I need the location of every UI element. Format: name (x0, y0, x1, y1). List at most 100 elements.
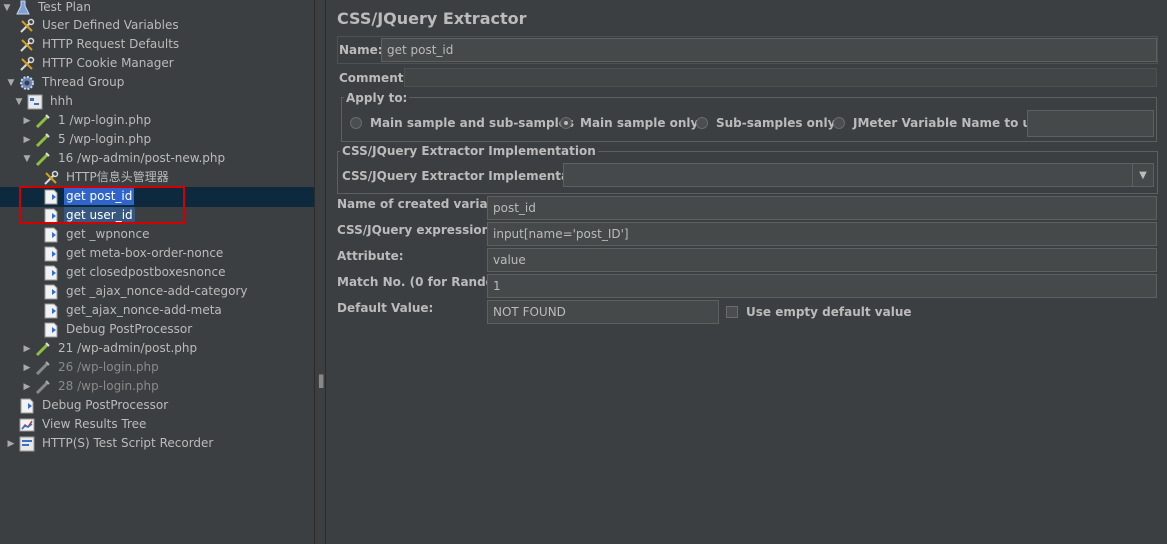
tree-node-sampler-5[interactable]: ▶ 5 /wp-login.php (22, 130, 153, 149)
radio-label: Sub-samples only (716, 116, 836, 130)
tree-node-sampler-21[interactable]: ▶ 21 /wp-admin/post.php (22, 339, 199, 358)
tree-node-label: get post_id (64, 188, 135, 205)
tree-node-user-defined-variables[interactable]: User Defined Variables (18, 16, 181, 35)
tree-node-get-closedpostboxesnonce[interactable]: get closedpostboxesnonce (42, 263, 227, 282)
match-no-input[interactable]: 1 (487, 274, 1157, 298)
name-label: Name: (339, 43, 383, 57)
collapse-arrow-icon[interactable]: ▼ (2, 2, 12, 14)
tree-node-http-request-defaults[interactable]: HTTP Request Defaults (18, 35, 181, 54)
extractor-icon (42, 188, 60, 206)
expand-arrow-icon[interactable]: ▶ (6, 438, 16, 450)
collapse-arrow-icon[interactable]: ▼ (6, 77, 16, 89)
attribute-input[interactable]: value (487, 248, 1157, 272)
radio-button[interactable] (833, 117, 845, 129)
radio-main-and-sub[interactable]: Main sample and sub-samples (350, 116, 574, 130)
css-expression-label: CSS/JQuery expression: (337, 223, 495, 237)
name-input[interactable]: get post_id (381, 38, 1157, 62)
jmeter-variable-input[interactable] (1027, 110, 1154, 137)
tree-node-debug-postprocessor-inner[interactable]: Debug PostProcessor (42, 320, 194, 339)
tree-node-label: View Results Tree (42, 417, 147, 431)
tree-node-test-script-recorder[interactable]: ▶ HTTP(S) Test Script Recorder (6, 434, 215, 453)
radio-button[interactable] (350, 117, 362, 129)
radio-button-selected[interactable] (560, 117, 572, 129)
tree-node-label: 5 /wp-login.php (58, 132, 152, 146)
tree-node-get-wpnonce[interactable]: get _wpnonce (42, 225, 151, 244)
wrench-icon (18, 36, 36, 54)
tree-node-hhh[interactable]: ▼ hhh (14, 92, 75, 111)
implementation-group-title: CSS/JQuery Extractor Implementation (340, 144, 598, 158)
tree-node-sampler-26[interactable]: ▶ 26 /wp-login.php (22, 358, 161, 377)
tree-node-label: get_ajax_nonce-add-meta (66, 303, 222, 317)
split-pane-divider[interactable]: ▪ ▪ ▪ ▪ (314, 0, 326, 544)
tree-node-label: Test Plan (38, 0, 91, 14)
apply-to-title: Apply to: (344, 91, 410, 105)
wrench-icon (18, 55, 36, 73)
extractor-config-panel: CSS/JQuery Extractor Name: get post_id C… (326, 0, 1167, 544)
radio-main-only[interactable]: Main sample only (560, 116, 698, 130)
chevron-down-icon[interactable]: ▼ (1132, 164, 1153, 186)
tree-node-get-user-id[interactable]: get user_id (42, 206, 135, 225)
tree-node-header-manager[interactable]: HTTP信息头管理器 (42, 168, 171, 187)
pipette-icon (34, 150, 52, 168)
extractor-icon (42, 283, 60, 301)
collapse-arrow-icon[interactable]: ▼ (22, 153, 32, 165)
recorder-icon (18, 435, 36, 453)
radio-sub-only[interactable]: Sub-samples only (696, 116, 835, 130)
default-value-input[interactable]: NOT FOUND (487, 300, 719, 324)
radio-label: Main sample and sub-samples (370, 116, 575, 130)
tree-node-sampler-16[interactable]: ▼ 16 /wp-admin/post-new.php (22, 149, 227, 168)
tree-node-sampler-1[interactable]: ▶ 1 /wp-login.php (22, 111, 153, 130)
expand-arrow-icon[interactable]: ▶ (22, 381, 32, 393)
radio-button[interactable] (696, 117, 708, 129)
tree-node-http-cookie-manager[interactable]: HTTP Cookie Manager (18, 54, 176, 73)
tree-node-get-ajax-nonce-add-category[interactable]: get _ajax_nonce-add-category (42, 282, 249, 301)
chart-icon (18, 416, 36, 434)
tree-node-label: HTTP(S) Test Script Recorder (42, 436, 214, 450)
collapse-arrow-icon[interactable]: ▼ (14, 96, 24, 108)
use-empty-default-checkbox[interactable]: Use empty default value (726, 305, 912, 319)
tree-node-get-post-id[interactable]: get post_id (42, 187, 135, 206)
tree-node-label: get _wpnonce (66, 227, 150, 241)
controller-icon (26, 93, 44, 111)
variable-name-input[interactable]: post_id (487, 196, 1157, 220)
implementation-select[interactable]: ▼ (563, 163, 1154, 187)
attribute-label: Attribute: (337, 249, 404, 263)
radio-label: JMeter Variable Name to use (853, 116, 1047, 130)
tree-node-label: Debug PostProcessor (42, 398, 169, 412)
tree-node-test-plan[interactable]: ▼ Test Plan (2, 0, 93, 17)
css-expression-input[interactable]: input[name='post_ID'] (487, 222, 1157, 246)
expand-arrow-icon[interactable]: ▶ (22, 362, 32, 374)
tree-node-label: 28 /wp-login.php (58, 379, 159, 393)
wrench-icon (42, 169, 60, 187)
extractor-icon (42, 245, 60, 263)
tree-node-label: HTTP Request Defaults (42, 37, 180, 51)
tree-node-get-meta-box-order-nonce[interactable]: get meta-box-order-nonce (42, 244, 225, 263)
tree-node-label: get closedpostboxesnonce (66, 265, 226, 279)
default-value-label: Default Value: (337, 301, 434, 315)
extractor-icon (18, 397, 36, 415)
tree-node-get-ajax-nonce-add-meta[interactable]: get_ajax_nonce-add-meta (42, 301, 224, 320)
tree-node-label: hhh (50, 94, 73, 108)
tree-node-label: HTTP Cookie Manager (42, 56, 174, 70)
checkbox-box[interactable] (726, 306, 738, 318)
tree-node-sampler-28[interactable]: ▶ 28 /wp-login.php (22, 377, 161, 396)
divider-grip-icon: ▪ ▪ ▪ ▪ (318, 372, 325, 391)
wrench-icon (18, 17, 36, 35)
tree-node-debug-postprocessor[interactable]: Debug PostProcessor (18, 396, 170, 415)
radio-label: Main sample only (580, 116, 699, 130)
extractor-icon (42, 207, 60, 225)
tree-node-label: Debug PostProcessor (66, 322, 193, 336)
radio-jmeter-variable[interactable]: JMeter Variable Name to use (833, 116, 1046, 130)
tree-node-label: get meta-box-order-nonce (66, 246, 224, 260)
pipette-icon (34, 359, 52, 377)
checkbox-label: Use empty default value (746, 305, 912, 319)
expand-arrow-icon[interactable]: ▶ (22, 343, 32, 355)
expand-arrow-icon[interactable]: ▶ (22, 134, 32, 146)
extractor-icon (42, 302, 60, 320)
expand-arrow-icon[interactable]: ▶ (22, 115, 32, 127)
comments-input[interactable] (404, 68, 1157, 87)
panel-title: CSS/JQuery Extractor (337, 9, 527, 28)
tree-node-view-results-tree[interactable]: View Results Tree (18, 415, 148, 434)
tree-node-thread-group[interactable]: ▼ Thread Group (6, 73, 126, 92)
flask-icon (14, 0, 32, 17)
